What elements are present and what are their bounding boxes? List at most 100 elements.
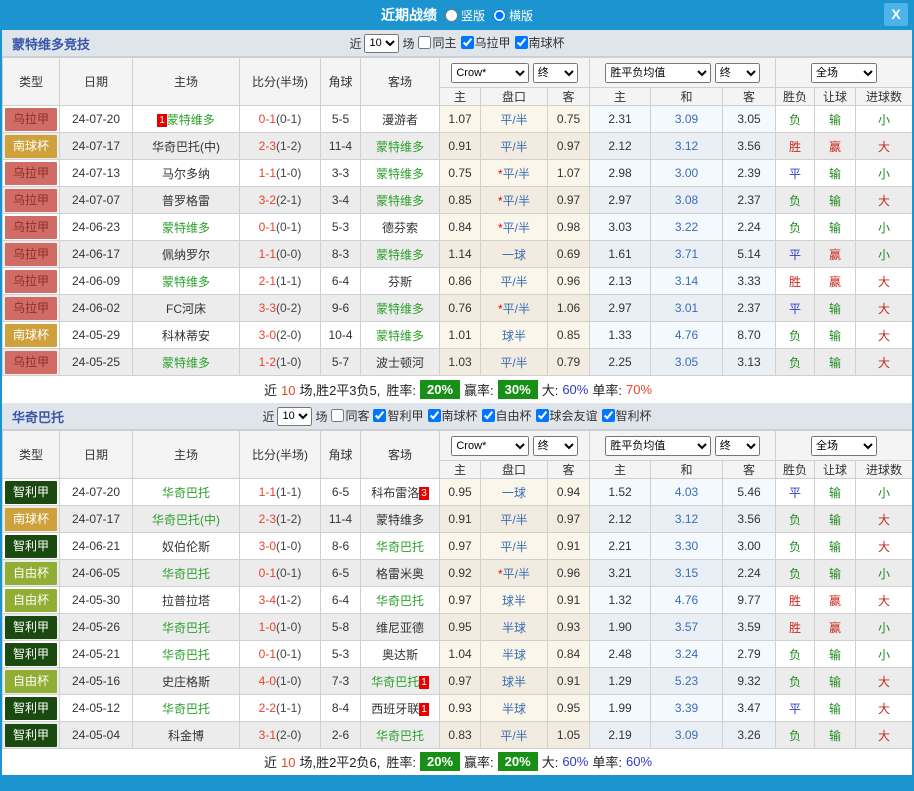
checkbox-input[interactable] bbox=[428, 409, 441, 422]
corner-cell: 11-4 bbox=[321, 133, 361, 160]
filter-checkbox-南球杯[interactable]: 南球杯 bbox=[515, 34, 565, 51]
avg-away: 3.47 bbox=[723, 695, 776, 722]
checkbox-input[interactable] bbox=[331, 409, 344, 422]
avg-away: 2.24 bbox=[723, 560, 776, 587]
red-card-badge: 1 bbox=[419, 676, 429, 689]
team-name: 拉普拉塔 bbox=[162, 594, 210, 608]
match-date: 24-05-21 bbox=[60, 641, 133, 668]
home-odds: 1.04 bbox=[440, 641, 481, 668]
match-date: 24-05-25 bbox=[60, 349, 133, 376]
league-cell: 乌拉甲 bbox=[3, 187, 60, 214]
sub-goals: 进球数 bbox=[856, 461, 913, 479]
away-team-cell: 波士顿河 bbox=[361, 349, 440, 376]
home-odds: 0.95 bbox=[440, 614, 481, 641]
avg-draw: 3.12 bbox=[651, 506, 723, 533]
focus-team-name: 华奇巴托 bbox=[376, 540, 424, 554]
horizontal-radio-label: 横版 bbox=[509, 7, 533, 24]
odds-company-select[interactable]: Crow* bbox=[451, 63, 529, 83]
home-team-cell: 普罗格雷 bbox=[133, 187, 240, 214]
score-cell: 2-1(1-1) bbox=[240, 268, 321, 295]
half-score: (1-2) bbox=[276, 512, 301, 526]
table-row: 乌拉甲24-06-23蒙特维多0-1(0-1)5-3德芬索0.84*平/半0.9… bbox=[3, 214, 913, 241]
league-badge: 乌拉甲 bbox=[5, 297, 57, 320]
corner-cell: 5-3 bbox=[321, 214, 361, 241]
near-count-select[interactable]: 10 bbox=[364, 34, 399, 53]
vertical-radio-input[interactable] bbox=[445, 9, 458, 22]
avg-away: 2.79 bbox=[723, 641, 776, 668]
handicap-cell: 半球 bbox=[481, 614, 548, 641]
win-rate-badge: 20% bbox=[420, 752, 460, 771]
layout-horizontal-radio[interactable]: 横版 bbox=[493, 7, 533, 24]
results-table-montevideo: 类型 日期 主场 比分(半场) 角球 客场 Crow* 终 胜平负均值 终 全场 bbox=[2, 57, 913, 376]
focus-team-name: 华奇巴托 bbox=[162, 648, 210, 662]
score-cell: 3-0(2-0) bbox=[240, 322, 321, 349]
sub-avg-home: 主 bbox=[590, 461, 651, 479]
avg-select[interactable]: 胜平负均值 bbox=[605, 436, 711, 456]
checkbox-input[interactable] bbox=[536, 409, 549, 422]
scope-select[interactable]: 全场 bbox=[811, 63, 877, 83]
result-goals: 小 bbox=[856, 560, 913, 587]
league-cell: 智利甲 bbox=[3, 479, 60, 506]
away-odds: 1.06 bbox=[548, 295, 590, 322]
result-handicap: 输 bbox=[815, 668, 856, 695]
horizontal-radio-input[interactable] bbox=[493, 9, 506, 22]
layout-vertical-radio[interactable]: 竖版 bbox=[445, 7, 485, 24]
avg-draw: 4.03 bbox=[651, 479, 723, 506]
filter-checkbox-同客[interactable]: 同客 bbox=[331, 407, 369, 424]
filter-checkbox-智利杯[interactable]: 智利杯 bbox=[602, 407, 652, 424]
final-odds-select[interactable]: 终 bbox=[533, 436, 578, 456]
summary-huachipato: 近10场,胜2平2负6, 胜率: 20% 赢率: 20% 大: 60% 单率: … bbox=[2, 749, 912, 773]
odds-company-select[interactable]: Crow* bbox=[451, 436, 529, 456]
close-button[interactable]: X bbox=[884, 3, 908, 26]
col-date: 日期 bbox=[60, 58, 133, 106]
table-row: 智利甲24-05-12华奇巴托2-2(1-1)8-4西班牙联10.93半球0.9… bbox=[3, 695, 913, 722]
filter-checkbox-乌拉甲[interactable]: 乌拉甲 bbox=[461, 34, 511, 51]
checkbox-input[interactable] bbox=[373, 409, 386, 422]
checkbox-input[interactable] bbox=[482, 409, 495, 422]
final-odds-select[interactable]: 终 bbox=[533, 63, 578, 83]
away-team-cell: 格雷米奥 bbox=[361, 560, 440, 587]
league-badge: 南球杯 bbox=[5, 508, 57, 531]
result-wdl: 平 bbox=[776, 295, 815, 322]
away-odds: 0.85 bbox=[548, 322, 590, 349]
handicap-cell: *平/半 bbox=[481, 214, 548, 241]
avg-away: 5.46 bbox=[723, 479, 776, 506]
checkbox-input[interactable] bbox=[418, 36, 431, 49]
checkbox-input[interactable] bbox=[515, 36, 528, 49]
team-name: 波士顿河 bbox=[376, 356, 424, 370]
focus-team-name: 华奇巴托 bbox=[162, 702, 210, 716]
league-badge: 南球杯 bbox=[5, 135, 57, 158]
filter-checkbox-南球杯[interactable]: 南球杯 bbox=[428, 407, 478, 424]
focus-team-name: 蒙特维多 bbox=[376, 302, 424, 316]
home-odds: 0.91 bbox=[440, 506, 481, 533]
avg-home: 2.19 bbox=[590, 722, 651, 749]
avg-away: 3.59 bbox=[723, 614, 776, 641]
filter-checkbox-智利甲[interactable]: 智利甲 bbox=[373, 407, 423, 424]
scope-select[interactable]: 全场 bbox=[811, 436, 877, 456]
focus-team-name: 华奇巴托 bbox=[376, 729, 424, 743]
result-goals: 小 bbox=[856, 214, 913, 241]
filter-checkbox-自由杯[interactable]: 自由杯 bbox=[482, 407, 532, 424]
sub-avg-away: 客 bbox=[723, 88, 776, 106]
filter-checkbox-球会友谊[interactable]: 球会友谊 bbox=[536, 407, 598, 424]
avg-select[interactable]: 胜平负均值 bbox=[605, 63, 711, 83]
corner-cell: 7-3 bbox=[321, 668, 361, 695]
near-count-select[interactable]: 10 bbox=[277, 407, 312, 426]
avg-home: 1.33 bbox=[590, 322, 651, 349]
focus-team-name: 蒙特维多 bbox=[162, 356, 210, 370]
filter-checkbox-同主[interactable]: 同主 bbox=[418, 34, 456, 51]
score-cell: 3-1(2-0) bbox=[240, 722, 321, 749]
home-odds: 1.14 bbox=[440, 241, 481, 268]
match-date: 24-05-29 bbox=[60, 322, 133, 349]
checkbox-input[interactable] bbox=[602, 409, 615, 422]
team-name: 蒙特维多竞技 bbox=[12, 34, 90, 53]
final-avg-select[interactable]: 终 bbox=[715, 436, 760, 456]
league-cell: 智利甲 bbox=[3, 722, 60, 749]
table-row: 南球杯24-05-29科林蒂安3-0(2-0)10-4蒙特维多1.01球半0.8… bbox=[3, 322, 913, 349]
big-pct: 60% bbox=[562, 382, 588, 397]
final-avg-select[interactable]: 终 bbox=[715, 63, 760, 83]
full-score: 3-2 bbox=[259, 193, 276, 207]
checkbox-input[interactable] bbox=[461, 36, 474, 49]
table-row: 智利甲24-06-21奴伯伦斯3-0(1-0)8-6华奇巴托0.97平/半0.9… bbox=[3, 533, 913, 560]
away-team-cell: 漫游者 bbox=[361, 106, 440, 133]
